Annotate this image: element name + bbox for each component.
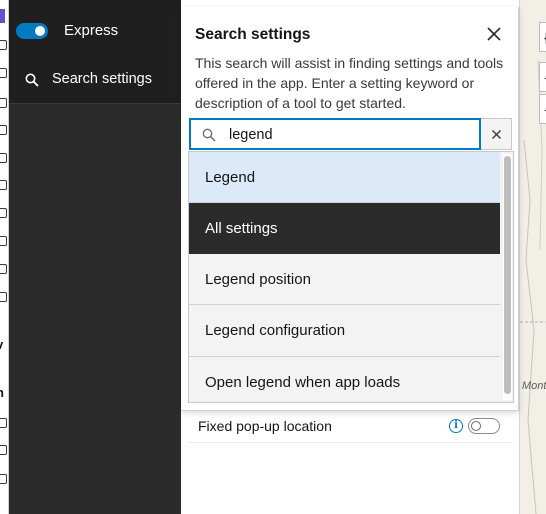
tool-icon[interactable] bbox=[0, 264, 7, 274]
fixed-popup-toggle[interactable] bbox=[468, 418, 500, 434]
tool-icon[interactable] bbox=[0, 445, 7, 455]
tool-icon[interactable] bbox=[0, 236, 7, 246]
map-place-label: Monta bbox=[522, 380, 546, 392]
express-mode-toggle[interactable] bbox=[16, 23, 48, 39]
suggestion-label: Legend position bbox=[205, 270, 311, 288]
scrollbar-thumb[interactable] bbox=[504, 156, 511, 394]
close-icon bbox=[492, 130, 501, 139]
suggestion-item[interactable]: Open legend when app loads bbox=[189, 357, 500, 402]
suggestions-scrollbar[interactable] bbox=[503, 154, 512, 400]
settings-search-box bbox=[189, 118, 512, 152]
dialog-description: This search will assist in finding setti… bbox=[195, 55, 504, 111]
close-icon bbox=[487, 27, 501, 41]
search-input-wrapper[interactable] bbox=[189, 118, 481, 150]
suggestion-label: Open legend when app loads bbox=[205, 374, 401, 391]
map-view[interactable]: { - - Monta bbox=[519, 0, 546, 514]
tool-icon[interactable] bbox=[0, 292, 7, 302]
left-toolbar-edge: v n bbox=[0, 0, 9, 514]
search-input[interactable] bbox=[229, 125, 474, 145]
section-letter: n bbox=[0, 385, 4, 400]
tool-icon[interactable] bbox=[0, 474, 7, 484]
suggestion-item[interactable]: Legend bbox=[189, 152, 500, 203]
settings-nav-panel: Express Search settings bbox=[9, 0, 181, 514]
tool-icon[interactable] bbox=[0, 125, 7, 135]
suggestion-label: All settings bbox=[205, 220, 278, 237]
tool-icon[interactable] bbox=[0, 418, 7, 428]
section-letter: v bbox=[0, 337, 3, 352]
express-label: Express bbox=[64, 22, 119, 39]
tool-icon[interactable] bbox=[0, 180, 7, 190]
nav-header: Express Search settings bbox=[9, 0, 181, 104]
dialog-title: Search settings bbox=[195, 26, 311, 43]
tool-icon[interactable] bbox=[0, 208, 7, 218]
search-settings-nav-item[interactable]: Search settings bbox=[9, 56, 181, 104]
search-icon bbox=[25, 73, 39, 87]
suggestion-label: Legend bbox=[205, 168, 256, 186]
suggestion-item[interactable]: Legend configuration bbox=[189, 305, 500, 357]
suggestion-item[interactable]: All settings bbox=[189, 203, 500, 254]
toggle-knob bbox=[35, 26, 45, 36]
map-widget-button[interactable]: { bbox=[539, 22, 546, 52]
tool-icon[interactable] bbox=[0, 68, 7, 78]
search-settings-label: Search settings bbox=[52, 71, 152, 87]
clear-search-button[interactable] bbox=[481, 118, 512, 150]
close-button[interactable] bbox=[484, 24, 504, 44]
search-settings-dialog: Search settings This search will assist … bbox=[181, 7, 519, 411]
zoom-out-button[interactable]: - bbox=[539, 62, 546, 92]
suggestion-label: Legend configuration bbox=[205, 322, 346, 339]
tool-icon[interactable] bbox=[0, 98, 7, 108]
app-icon bbox=[0, 9, 5, 23]
search-suggestions-list: Legend All settings Legend position Lege… bbox=[188, 151, 514, 403]
zoom-button[interactable]: - bbox=[539, 94, 546, 124]
info-icon[interactable]: i bbox=[449, 419, 463, 433]
fixed-popup-setting-row: Fixed pop-up location i bbox=[188, 409, 512, 443]
search-icon bbox=[202, 128, 216, 142]
fixed-popup-label: Fixed pop-up location bbox=[198, 418, 332, 434]
tool-icon[interactable] bbox=[0, 153, 7, 163]
toggle-knob bbox=[471, 421, 481, 431]
tool-icon[interactable] bbox=[0, 40, 7, 50]
suggestion-item[interactable]: Legend position bbox=[189, 254, 500, 305]
